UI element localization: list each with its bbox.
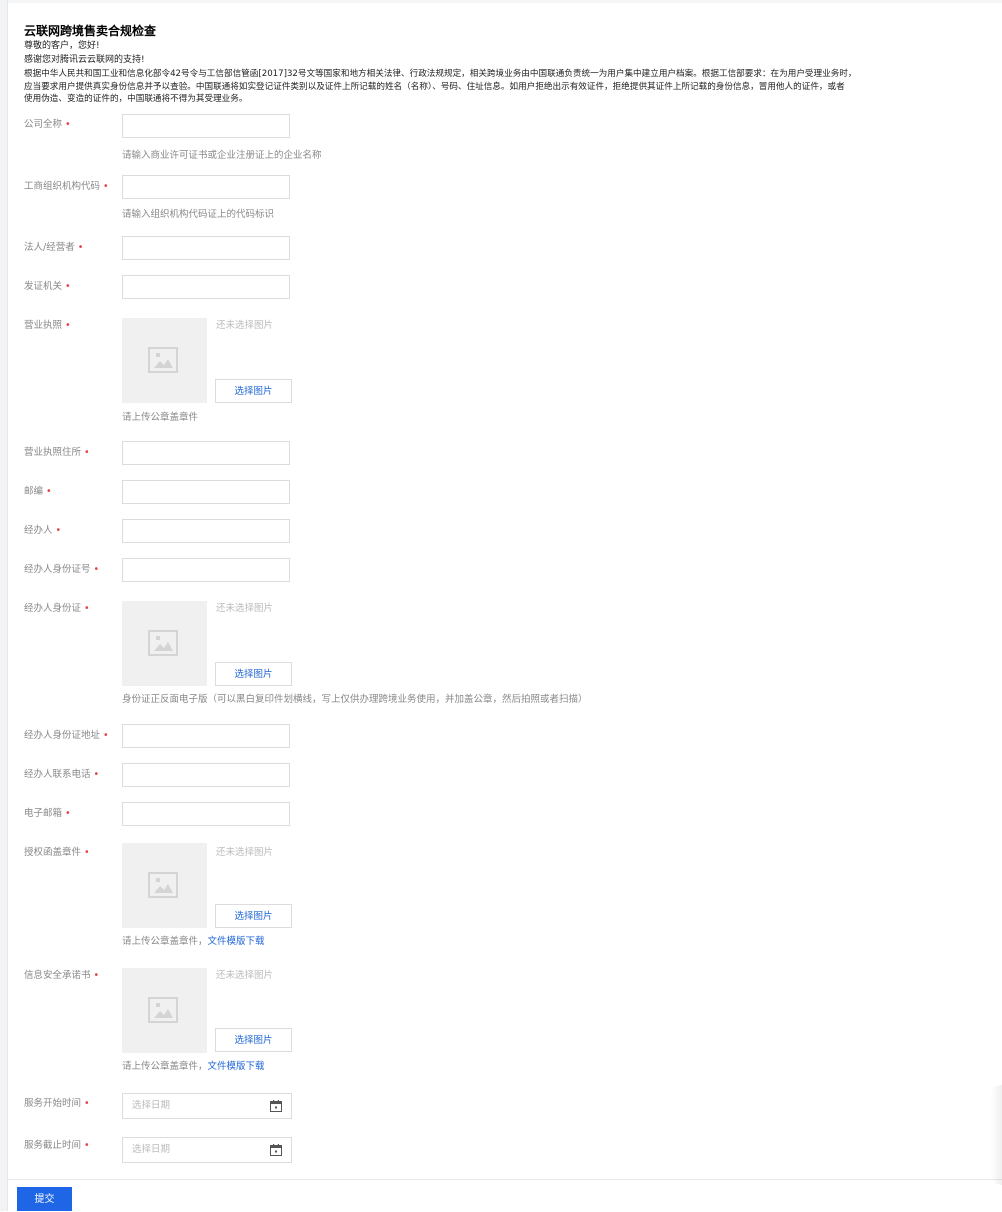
date-placeholder: 选择日期: [132, 1144, 171, 1155]
edge-shadow: [990, 1085, 1002, 1185]
image-placeholder-icon: [148, 997, 178, 1023]
required-mark: •: [65, 281, 71, 292]
left-sidebar-edge: [0, 0, 8, 1211]
company-name-label: 公司全称 •: [24, 119, 71, 130]
footer-divider: [8, 1179, 1002, 1180]
company-name-help: 请输入商业许可证书或企业注册证上的企业名称: [122, 150, 322, 161]
required-mark: •: [46, 486, 52, 497]
email-label: 电子邮箱 •: [24, 808, 71, 819]
agent-label: 经办人 •: [24, 525, 62, 536]
agent-phone-input[interactable]: [122, 763, 290, 787]
required-mark: •: [93, 564, 100, 575]
agent-input[interactable]: [122, 519, 290, 543]
email-input[interactable]: [122, 802, 290, 826]
greeting-text: 尊敬的客户，您好!: [24, 41, 100, 51]
postcode-input[interactable]: [122, 480, 290, 504]
issuer-label: 发证机关 •: [24, 281, 71, 292]
security-commitment-label: 信息安全承诺书 •: [24, 970, 100, 981]
required-mark: •: [84, 1140, 90, 1151]
business-license-preview: [122, 318, 207, 403]
notice-line: 使用伪造、变造的证件的，中国联通将不得为其受理业务。: [24, 94, 248, 104]
agent-id-card-label: 经办人身份证 •: [24, 603, 90, 614]
image-placeholder-icon: [148, 872, 178, 898]
required-mark: •: [84, 603, 90, 614]
service-start-date-picker[interactable]: 选择日期: [122, 1093, 292, 1119]
required-mark: •: [84, 847, 90, 858]
template-download-link[interactable]: 文件模版下载: [208, 1061, 265, 1072]
org-code-help: 请输入组织机构代码证上的代码标识: [122, 209, 275, 220]
required-mark: •: [103, 181, 109, 192]
required-mark: •: [93, 769, 100, 780]
required-mark: •: [84, 447, 90, 458]
security-commitment-status: 还未选择图片: [216, 970, 274, 981]
security-commitment-preview: [122, 968, 207, 1053]
calendar-icon: [270, 1100, 282, 1112]
legal-person-input[interactable]: [122, 236, 290, 260]
required-mark: •: [65, 320, 71, 331]
authorization-letter-help: 请上传公章盖章件，文件模版下载: [122, 936, 265, 947]
license-address-input[interactable]: [122, 441, 290, 465]
required-mark: •: [77, 242, 84, 253]
required-mark: •: [93, 970, 100, 981]
issuer-input[interactable]: [122, 275, 290, 299]
required-mark: •: [65, 808, 71, 819]
agent-id-card-status: 还未选择图片: [216, 603, 274, 614]
postcode-label: 邮编 •: [24, 486, 52, 497]
service-end-date-picker[interactable]: 选择日期: [122, 1137, 292, 1163]
image-placeholder-icon: [148, 347, 178, 373]
business-license-label: 营业执照 •: [24, 320, 71, 331]
notice-line: 根据中华人民共和国工业和信息化部令42号令与工信部信管函[2017]32号文等国…: [24, 69, 857, 79]
template-download-link[interactable]: 文件模版下载: [208, 936, 265, 947]
legal-person-label: 法人/经营者 •: [24, 242, 84, 253]
notice-paragraph: 根据中华人民共和国工业和信息化部令42号令与工信部信管函[2017]32号文等国…: [24, 68, 996, 106]
authorization-letter-preview: [122, 843, 207, 928]
required-mark: •: [55, 525, 62, 536]
required-mark: •: [84, 1098, 90, 1109]
org-code-input[interactable]: [122, 175, 290, 199]
business-license-status: 还未选择图片: [216, 320, 274, 331]
page-title: 云联网跨境售卖合规检查: [24, 24, 157, 38]
business-license-choose-button[interactable]: 选择图片: [215, 379, 292, 403]
required-mark: •: [65, 119, 71, 130]
agent-id-card-help: 身份证正反面电子版（可以黑白复印件划横线，写上仅供办理跨境业务使用，并加盖公章，…: [122, 694, 588, 705]
agent-id-card-choose-button[interactable]: 选择图片: [215, 662, 292, 686]
image-placeholder-icon: [148, 630, 178, 656]
security-commitment-help: 请上传公章盖章件，文件模版下载: [122, 1061, 265, 1072]
service-end-label: 服务截止时间 •: [24, 1140, 90, 1151]
authorization-letter-choose-button[interactable]: 选择图片: [215, 904, 292, 928]
required-mark: •: [103, 730, 109, 741]
security-commitment-choose-button[interactable]: 选择图片: [215, 1028, 292, 1052]
agent-id-number-label: 经办人身份证号 •: [24, 564, 100, 575]
org-code-label: 工商组织机构代码 •: [24, 181, 109, 192]
agent-phone-label: 经办人联系电话 •: [24, 769, 100, 780]
calendar-icon: [270, 1144, 282, 1156]
notice-line: 应当要求用户提供真实身份信息并予以查验。中国联通将如实登记证件类别以及证件上所记…: [24, 81, 845, 92]
license-address-label: 营业执照住所 •: [24, 447, 90, 458]
submit-button[interactable]: 提交: [17, 1187, 72, 1211]
agent-id-card-preview: [122, 601, 207, 686]
date-placeholder: 选择日期: [132, 1100, 171, 1111]
authorization-letter-label: 授权函盖章件 •: [24, 847, 90, 858]
authorization-letter-status: 还未选择图片: [216, 847, 274, 858]
service-start-label: 服务开始时间 •: [24, 1098, 90, 1109]
thanks-text: 感谢您对腾讯云云联网的支持!: [24, 55, 145, 65]
top-edge: [8, 0, 1002, 3]
agent-id-number-input[interactable]: [122, 558, 290, 582]
agent-id-address-input[interactable]: [122, 724, 290, 748]
company-name-input[interactable]: [122, 114, 290, 138]
business-license-help: 请上传公章盖章件: [122, 412, 199, 423]
agent-id-address-label: 经办人身份证地址 •: [24, 730, 109, 741]
